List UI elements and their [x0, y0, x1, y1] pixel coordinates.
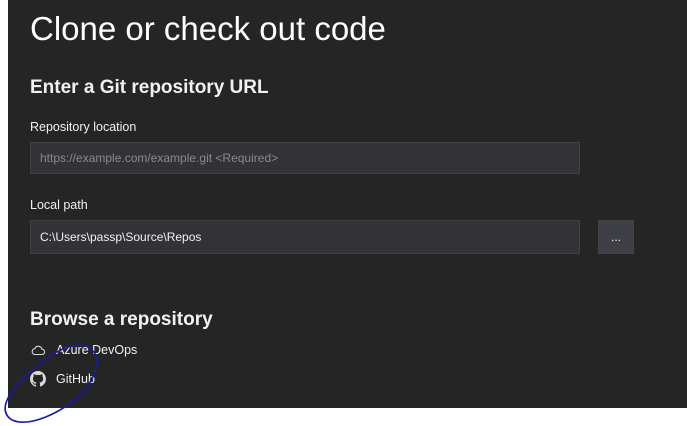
- browse-local-path-button[interactable]: ...: [598, 220, 634, 254]
- github-icon: [30, 371, 46, 387]
- repository-location-label: Repository location: [30, 120, 137, 134]
- provider-label: Azure DevOps: [56, 343, 138, 357]
- provider-azure-devops[interactable]: Azure DevOps: [30, 340, 137, 360]
- provider-github[interactable]: GitHub: [30, 369, 95, 389]
- local-path-input[interactable]: [30, 220, 580, 254]
- page-title: Clone or check out code: [30, 10, 386, 47]
- clone-dialog: Clone or check out code Enter a Git repo…: [8, 0, 687, 408]
- cloud-icon: [30, 342, 46, 358]
- browse-section-title: Browse a repository: [30, 309, 213, 330]
- local-path-label: Local path: [30, 198, 88, 212]
- provider-label: GitHub: [56, 372, 95, 386]
- git-url-section-title: Enter a Git repository URL: [30, 77, 269, 98]
- repository-location-input[interactable]: [30, 142, 580, 174]
